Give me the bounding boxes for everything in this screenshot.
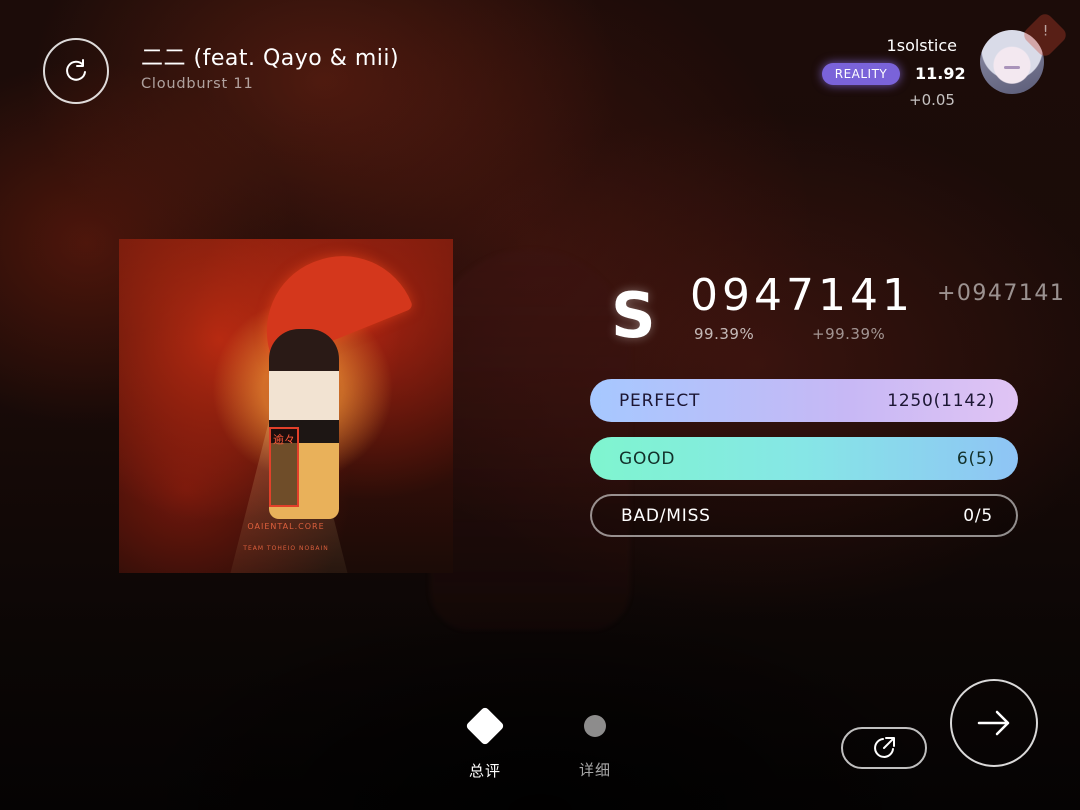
score: 0947141 — [690, 270, 914, 321]
player-name: 1solstice — [886, 36, 957, 55]
song-difficulty: Cloudburst 11 — [141, 76, 254, 92]
diamond-icon — [465, 706, 505, 746]
share-icon — [874, 737, 895, 758]
grade-letter: S — [611, 279, 656, 352]
next-button[interactable] — [950, 679, 1038, 767]
good-label: GOOD — [619, 448, 676, 469]
bad-miss-count: 0/5 — [963, 505, 993, 526]
alert-icon: ! — [1042, 23, 1049, 40]
cover-seal: 逾々 — [269, 427, 299, 507]
perfect-label: PERFECT — [619, 390, 701, 411]
accuracy: 99.39% — [694, 325, 755, 343]
good-count: 6(5) — [956, 448, 995, 469]
accuracy-delta: +99.39% — [812, 325, 886, 343]
cover-caption: OAIENTAL.CORE — [247, 522, 325, 531]
bad-miss-label: BAD/MISS — [621, 505, 711, 526]
score-delta: +0947141 — [937, 281, 1066, 306]
album-cover: 逾々 OAIENTAL.CORE TEAM TOHEIO NOBAIN — [119, 239, 453, 573]
tab-detail-label: 详细 — [578, 761, 611, 779]
cover-credits: TEAM TOHEIO NOBAIN — [243, 545, 329, 552]
tab-summary-label: 总评 — [468, 762, 501, 780]
reality-badge: REALITY — [822, 63, 900, 85]
perfect-count: 1250(1142) — [887, 390, 995, 411]
arrow-right-icon — [977, 710, 1010, 736]
bad-miss-row: BAD/MISS 0/5 — [590, 494, 1018, 537]
share-button[interactable] — [841, 727, 927, 769]
rks-delta: +0.05 — [909, 91, 955, 109]
perfect-row: PERFECT 1250(1142) — [590, 379, 1018, 422]
tab-detail[interactable]: 详细 — [565, 705, 625, 780]
rks-value: 11.92 — [915, 64, 966, 83]
song-title: 二二 (feat. Qayo & mii) — [141, 46, 400, 71]
retry-icon — [66, 59, 86, 81]
tab-summary[interactable]: 总评 — [455, 705, 515, 781]
dot-icon — [584, 715, 606, 737]
good-row: GOOD 6(5) — [590, 437, 1018, 480]
retry-button[interactable] — [43, 38, 109, 104]
avatar-face — [1004, 66, 1020, 69]
